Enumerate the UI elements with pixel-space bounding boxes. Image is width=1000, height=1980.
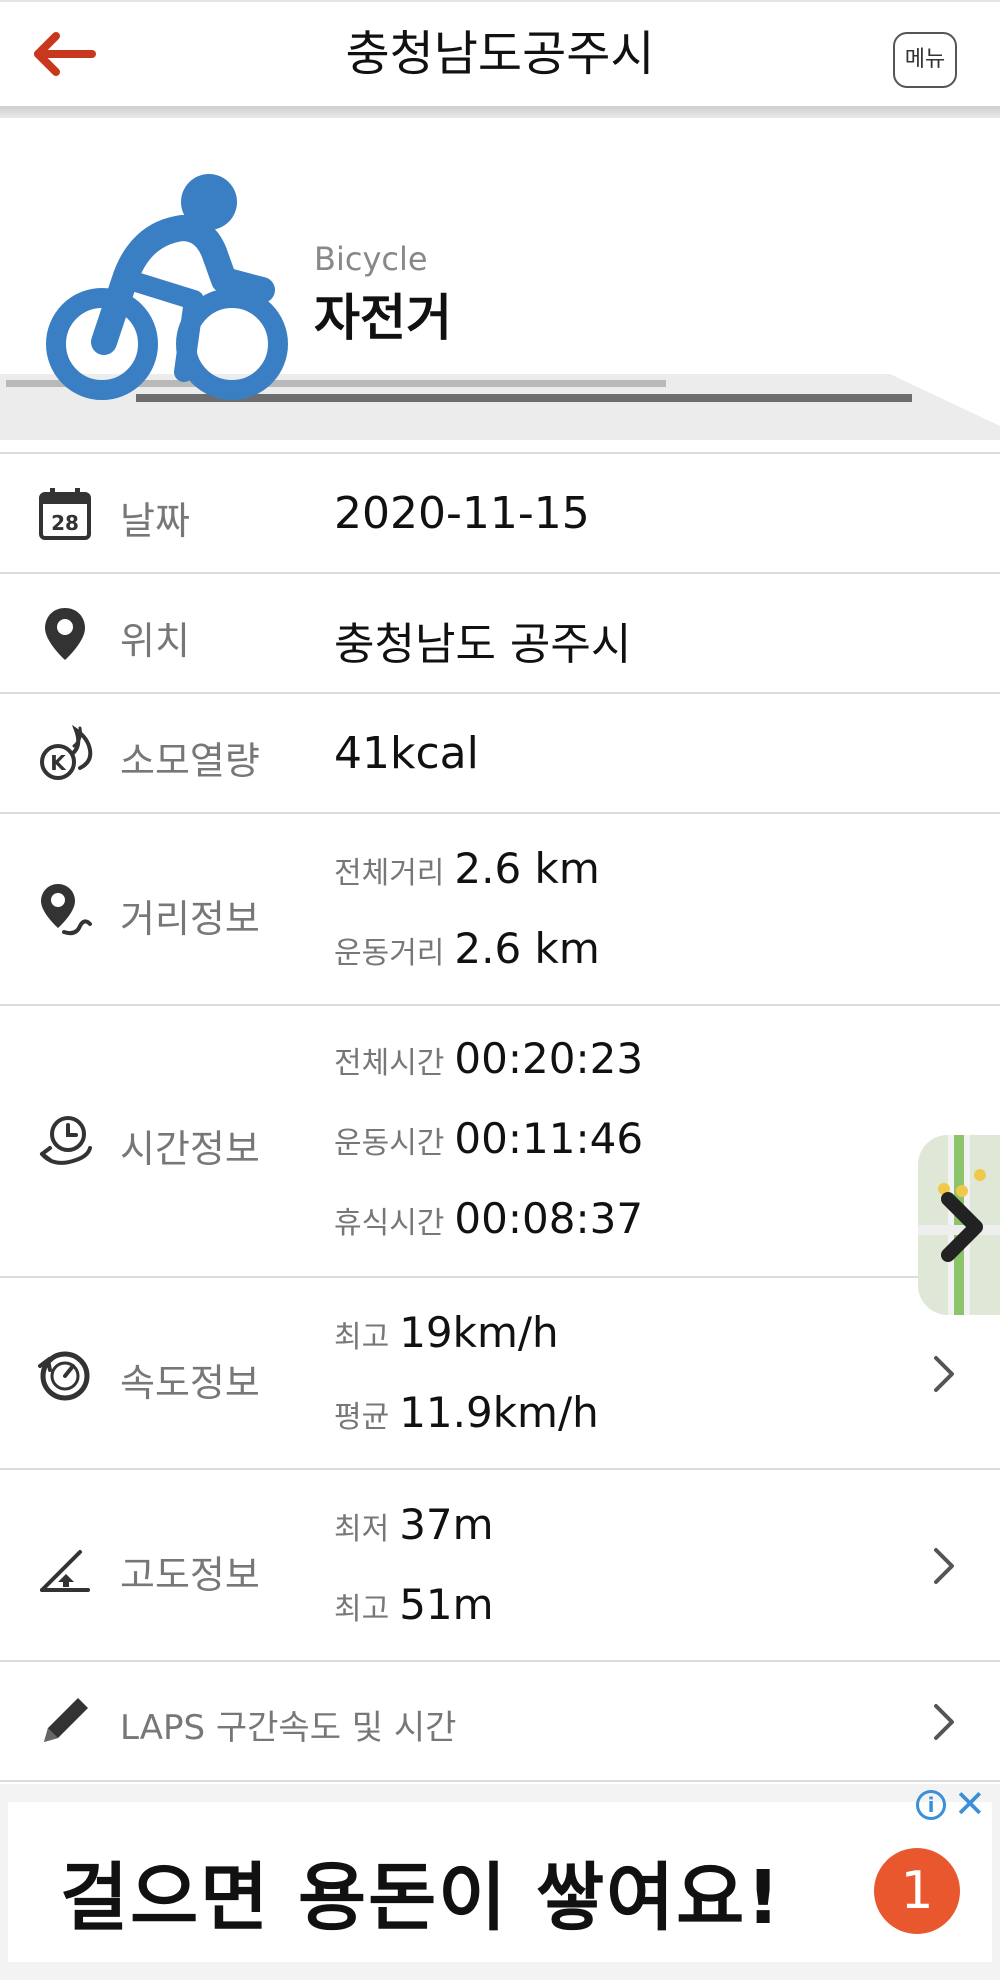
distance-total: 전체거리 2.6 km [334, 844, 600, 893]
distance-exercise: 운동거리 2.6 km [334, 924, 600, 973]
pencil-icon [44, 1698, 88, 1742]
time-exercise-key: 운동시간 [334, 1126, 445, 1161]
altitude-label: 고도정보 [120, 1553, 260, 1597]
laps-label: LAPS 구간속도 및 시간 [120, 1708, 457, 1748]
ad-content[interactable]: 걸으면 용돈이 쌓여요! 1 [8, 1802, 992, 1962]
altitude-min: 최저 37m [334, 1500, 494, 1549]
distance-exercise-value: 2.6 km [454, 924, 600, 973]
calories-label: 소모열량 [120, 739, 260, 783]
activity-hero: Bicycle 자전거 [0, 118, 1000, 440]
ad-close-icon[interactable]: ✕ [954, 1784, 986, 1824]
chevron-right-icon [934, 1356, 954, 1392]
chevron-right-icon [934, 1704, 954, 1740]
distance-total-value: 2.6 km [454, 844, 600, 893]
app-header: 충청남도공주시 메뉴 [0, 0, 1000, 106]
activity-name-ko: 자전거 [314, 289, 452, 347]
info-row-calories: K 소모열량 41kcal [0, 694, 1000, 814]
info-row-location: 위치 충청남도 공주시 [0, 574, 1000, 694]
location-pin-icon [45, 608, 85, 660]
speed-avg-key: 평균 [334, 1400, 390, 1435]
altitude-min-key: 최저 [334, 1512, 390, 1547]
time-total-key: 전체시간 [334, 1046, 445, 1081]
altitude-icon [40, 1550, 90, 1592]
clock-icon [40, 1116, 92, 1165]
page-title: 충청남도공주시 [345, 26, 655, 82]
location-label: 위치 [120, 619, 190, 663]
altitude-max-key: 최고 [334, 1592, 390, 1627]
ad-info-icon[interactable]: i [916, 1790, 946, 1820]
info-row-speed[interactable]: 속도정보 최고 19km/h 평균 11.9km/h [0, 1278, 1000, 1470]
time-label: 시간정보 [120, 1127, 260, 1171]
time-rest: 휴식시간 00:08:37 [334, 1194, 643, 1243]
altitude-min-value: 37m [399, 1500, 494, 1549]
menu-button[interactable]: 메뉴 [893, 32, 957, 88]
time-rest-key: 휴식시간 [334, 1206, 445, 1241]
time-exercise-value: 00:11:46 [454, 1114, 644, 1163]
speedometer-icon [38, 1351, 90, 1401]
info-row-time: 시간정보 전체시간 00:20:23 운동시간 00:11:46 휴식시간 00:08… [0, 1006, 1000, 1278]
calendar-icon: 28 [39, 488, 91, 540]
time-total-value: 00:20:23 [454, 1034, 644, 1083]
svg-text:K: K [50, 751, 67, 775]
activity-name-en: Bicycle [314, 240, 428, 278]
info-row-altitude[interactable]: 고도정보 최저 37m 최고 51m [0, 1470, 1000, 1662]
speed-max-value: 19km/h [399, 1308, 559, 1357]
time-exercise: 운동시간 00:11:46 [334, 1114, 643, 1163]
chevron-right-icon [934, 1548, 954, 1584]
map-preview [918, 1135, 1000, 1315]
route-pin-icon [41, 884, 92, 936]
ad-text: 걸으면 용돈이 쌓여요! [60, 1855, 782, 1941]
back-arrow-icon [34, 32, 96, 76]
altitude-max: 최고 51m [334, 1580, 494, 1629]
ad-banner[interactable]: 걸으면 용돈이 쌓여요! 1 i ✕ [0, 1784, 1000, 1980]
location-value: 충청남도 공주시 [334, 619, 632, 670]
calendar-day: 28 [51, 511, 79, 535]
speed-max-key: 최고 [334, 1320, 390, 1355]
date-label: 날짜 [120, 499, 190, 543]
calorie-flame-icon: K [40, 724, 93, 780]
distance-total-key: 전체거리 [334, 856, 445, 891]
date-value: 2020-11-15 [334, 488, 590, 539]
bicycle-icon [46, 174, 288, 400]
time-rest-value: 00:08:37 [454, 1194, 644, 1243]
back-button[interactable] [30, 24, 110, 84]
distance-exercise-key: 운동거리 [334, 936, 445, 971]
speed-avg: 평균 11.9km/h [334, 1388, 599, 1437]
header-divider [0, 106, 1000, 118]
distance-label: 거리정보 [120, 897, 260, 941]
time-total: 전체시간 00:20:23 [334, 1034, 643, 1083]
info-row-laps[interactable]: LAPS 구간속도 및 시간 [0, 1662, 1000, 1782]
info-row-distance: 거리정보 전체거리 2.6 km 운동거리 2.6 km [0, 814, 1000, 1006]
workout-info-list: 28 날짜 2020-11-15 위치 충청남도 공주시 K 소모열량 41kc… [0, 452, 1000, 1782]
altitude-max-value: 51m [399, 1580, 494, 1629]
ad-badge: 1 [874, 1848, 960, 1934]
speed-avg-value: 11.9km/h [399, 1388, 599, 1437]
calories-value: 41kcal [334, 728, 479, 779]
map-thumbnail-button[interactable] [918, 1135, 1000, 1315]
speed-max: 최고 19km/h [334, 1308, 559, 1357]
info-row-date: 28 날짜 2020-11-15 [0, 454, 1000, 574]
speed-label: 속도정보 [120, 1361, 260, 1405]
